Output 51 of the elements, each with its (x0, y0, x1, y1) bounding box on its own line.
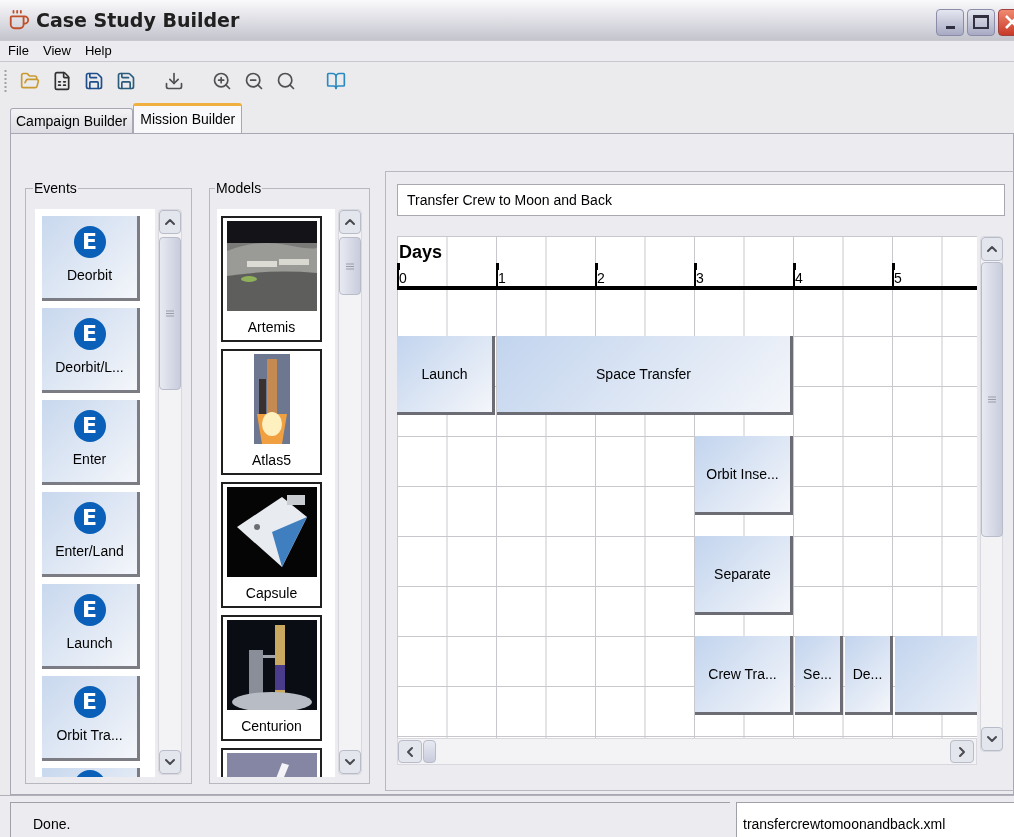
model-card[interactable]: Artemis (221, 216, 322, 342)
window-title: Case Study Builder (36, 7, 240, 33)
event-label: Launch (66, 634, 113, 653)
tick-label: 5 (894, 270, 902, 286)
menu-item[interactable]: View (42, 41, 71, 61)
event-block[interactable]: Launch (397, 336, 495, 415)
tick-label: 1 (498, 270, 506, 286)
tick-label: 3 (696, 270, 704, 286)
model-label: Artemis (247, 318, 296, 337)
model-card[interactable]: Capsule (221, 482, 322, 608)
event-block[interactable]: Orbit Inse... (695, 436, 793, 515)
mission-name-field[interactable]: Transfer Crew to Moon and Back (397, 184, 1005, 216)
axis-title: Days (399, 242, 443, 262)
event-button[interactable]: E Launch (42, 584, 140, 669)
e-badge-icon: E (73, 410, 106, 442)
event-label: Orbit Tra... (56, 726, 123, 745)
event-label: Deorbit/L... (55, 358, 124, 377)
event-button[interactable]: E Deorbit/L... (42, 308, 140, 393)
model-label: Centurion (241, 717, 302, 736)
event-block[interactable]: Separate (695, 536, 793, 615)
model-label: Capsule (245, 584, 298, 603)
e-badge-icon: E (73, 502, 106, 534)
model-card[interactable]: Centurion (221, 615, 322, 741)
group-title: Events (33, 179, 78, 198)
event-label: Deorbit (66, 266, 113, 285)
tick-label: 0 (399, 270, 407, 286)
tab[interactable]: Campaign Builder (10, 108, 134, 133)
model-label: Atlas5 (252, 451, 291, 470)
model-card[interactable]: Atlas5 (221, 349, 322, 475)
e-badge-icon: E (73, 594, 106, 626)
tick-label: 4 (795, 270, 803, 286)
group-title: Models (215, 179, 263, 198)
event-label: Enter/Land (55, 542, 124, 561)
e-badge-icon: E (73, 226, 106, 258)
menu-item[interactable]: Help (84, 41, 112, 61)
event-block[interactable]: Space Transfer (497, 336, 793, 415)
e-badge-icon: E (73, 686, 106, 718)
event-button[interactable]: E Enter (42, 400, 140, 485)
event-button[interactable]: E Enter/Land (42, 492, 140, 577)
tab[interactable]: Mission Builder (133, 103, 243, 133)
event-block[interactable]: Se... (795, 636, 843, 715)
event-button[interactable]: E Orbit Tra... (42, 676, 140, 761)
event-button[interactable]: E Deorbit (42, 216, 140, 301)
status-message: Done. (33, 816, 71, 832)
event-label: Enter (72, 450, 107, 469)
status-file-name: transfercrewtomoonandback.xml (743, 816, 946, 832)
event-block[interactable]: De... (845, 636, 893, 715)
event-block[interactable]: Crew Tra... (695, 636, 793, 715)
menu-item[interactable]: File (8, 41, 29, 61)
tick-label: 2 (597, 270, 605, 286)
e-badge-icon: E (73, 318, 106, 350)
